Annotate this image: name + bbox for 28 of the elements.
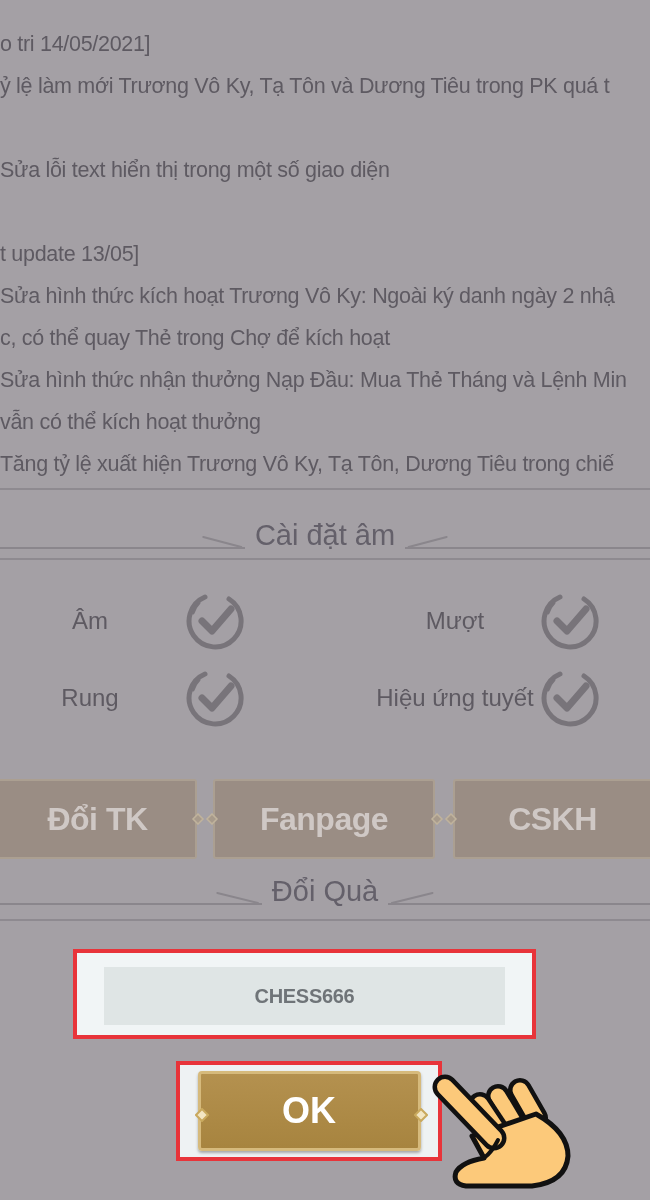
code-input-field[interactable]: CHESS666: [104, 967, 505, 1025]
note-line: vẫn có thể kích hoạt thưởng: [0, 408, 262, 436]
note-line: Sửa hình thức kích hoạt Trương Vô Ky: Ngoài ký danh ngày 2 nhậ: [0, 283, 616, 310]
checked-checkbox[interactable]: [540, 668, 600, 728]
diamond-icon: [414, 1108, 428, 1122]
menu-button[interactable]: Đổi TK: [0, 779, 197, 859]
checked-checkbox[interactable]: [185, 668, 245, 728]
note-line: Sửa lỗi text hiển thị trong một số giao diện: [0, 156, 391, 184]
option-label: Hiệu ứng tuyết: [376, 684, 534, 712]
note-line: ỷ lệ làm mới Trương Vô Ky, Tạ Tôn và Dương Tiêu trong PK quá t: [0, 73, 611, 100]
note-line: o tri 14/05/2021]: [0, 31, 152, 58]
menu-button[interactable]: Fanpage: [213, 779, 435, 859]
checked-checkbox[interactable]: [540, 591, 600, 651]
ok-button[interactable]: OK: [197, 1071, 421, 1151]
note-line: c, có thể quay Thẻ trong Chợ để kích hoạt: [0, 325, 391, 352]
diamond-connector-icon: [191, 813, 219, 825]
note-line: Tăng tỷ lệ xuất hiện Trương Vô Ky, Tạ Tôn, Dương Tiêu trong chiế: [0, 451, 615, 478]
note-line: t update 13/05]: [0, 241, 140, 268]
diamond-icon: [195, 1108, 209, 1122]
section-title: Đổi Quà: [271, 874, 379, 908]
option-label: Mượt: [425, 607, 485, 635]
option-label: Âm: [72, 607, 108, 635]
checked-checkbox[interactable]: [185, 591, 245, 651]
diamond-connector-icon: [430, 813, 458, 825]
note-line: Sửa hình thức nhận thưởng Nạp Đầu: Mua Thẻ Tháng và Lệnh Min: [0, 367, 628, 394]
menu-button[interactable]: CSKH: [453, 779, 650, 859]
section-title: Cài đặt âm: [254, 518, 396, 552]
option-label: Rung: [61, 684, 119, 712]
